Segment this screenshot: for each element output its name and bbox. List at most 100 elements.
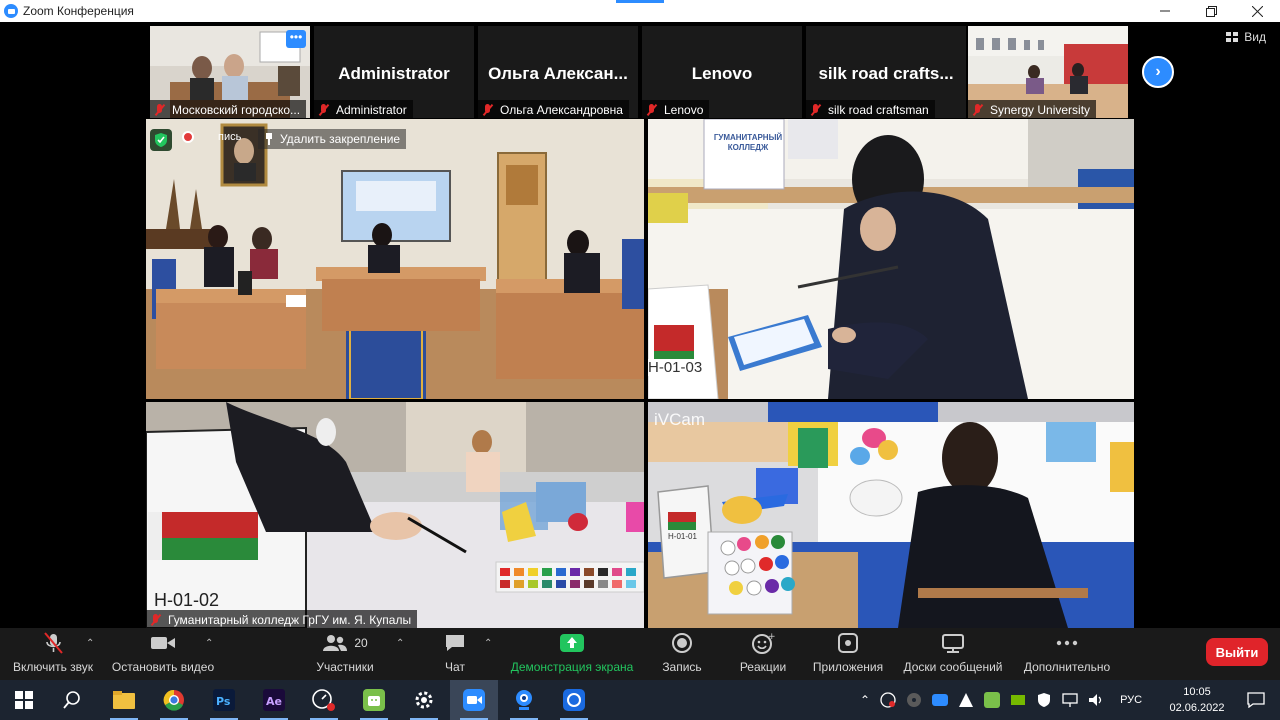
restore-button[interactable] (1188, 0, 1234, 22)
video-tile-ivcam[interactable]: iVCam Н-01-01 (648, 402, 1134, 628)
taskbar-zoom-meetings[interactable] (550, 680, 598, 720)
notification-icon (1247, 692, 1265, 708)
reactions-label: Реакции (739, 660, 787, 674)
participant-label: Ольга Александровна (500, 103, 623, 117)
taskbar-screen-recorder[interactable] (300, 680, 348, 720)
more-dots-icon (1056, 640, 1078, 646)
participant-tile-olga[interactable]: Ольга Алексан... Ольга Александровна (478, 26, 638, 118)
close-button[interactable] (1234, 0, 1280, 22)
participant-tile-administrator[interactable]: Administrator Administrator (314, 26, 474, 118)
mic-muted-icon (972, 104, 984, 116)
participant-code: Н-01-01 (668, 532, 697, 541)
video-tile-classroom[interactable]: пись Удалить закрепление (146, 119, 644, 399)
share-screen-icon (560, 634, 584, 652)
unmute-label: Включить звук (12, 660, 94, 674)
participant-tile-synergy[interactable]: Synergy University (968, 26, 1128, 118)
zoom-app-icon (4, 4, 18, 18)
taskbar-file-explorer[interactable] (100, 680, 148, 720)
tray-network-icon[interactable] (1062, 692, 1078, 708)
tray-volume-icon[interactable] (1088, 692, 1104, 708)
pin-icon (266, 133, 272, 145)
mic-muted-icon (646, 104, 658, 116)
reactions-button[interactable]: + Реакции (732, 628, 794, 680)
participants-button[interactable]: 20 Участники (310, 628, 380, 680)
taskbar-search-button[interactable] (48, 680, 96, 720)
participants-label: Участники (316, 660, 374, 674)
chrome-icon (163, 689, 184, 711)
video-craft-scene (648, 402, 1134, 628)
video-tile-painting-student[interactable]: Н-01-02 Гуманитарный колледж ГрГУ им. Я.… (146, 402, 644, 628)
share-screen-label: Демонстрация экрана (510, 660, 634, 674)
chat-button[interactable]: Чат (432, 628, 478, 680)
apps-label: Приложения (812, 660, 884, 674)
chat-icon (446, 635, 464, 651)
taskbar-webcam[interactable] (500, 680, 548, 720)
taskbar-photoshop[interactable]: Ps (200, 680, 248, 720)
tile-options-button[interactable]: ••• (286, 30, 306, 48)
tray-android-icon[interactable] (984, 692, 1001, 708)
mic-muted-icon (154, 104, 166, 116)
share-screen-button[interactable]: Демонстрация экрана (504, 628, 640, 680)
whiteboards-button[interactable]: Доски сообщений (900, 628, 1006, 680)
participant-label: Гуманитарный колледж ГрГУ им. Я. Купалы (168, 613, 412, 627)
participant-label: Synergy University (990, 103, 1091, 117)
taskbar-android-emulator[interactable] (350, 680, 398, 720)
folder-icon (113, 691, 135, 709)
minimize-button[interactable] (1142, 0, 1188, 22)
restore-icon (1205, 5, 1217, 17)
stop-video-label: Остановить видео (111, 660, 215, 674)
video-tile-drawing-student[interactable]: ГУМАНИТАРНЫЙ КОЛЛЕДЖ Н-01-03 (648, 119, 1134, 399)
taskbar-clock[interactable]: 10:05 02.06.2022 (1162, 684, 1232, 716)
svg-text:Ae: Ae (266, 695, 282, 708)
video-options-caret[interactable]: ⌃ (205, 638, 213, 649)
participant-tile-moscow[interactable]: ••• Московский городско... (150, 26, 310, 118)
reactions-icon: + (752, 632, 775, 654)
whiteboard-icon (942, 634, 964, 653)
android-emulator-icon (363, 689, 385, 711)
apps-button[interactable]: Приложения (808, 628, 888, 680)
start-button[interactable] (0, 680, 48, 720)
participant-code: Н-01-02 (154, 590, 220, 610)
audio-options-caret[interactable]: ⌃ (86, 638, 94, 649)
chat-options-caret[interactable]: ⌃ (484, 638, 492, 649)
mic-muted-icon (150, 614, 162, 626)
minimize-icon (1160, 10, 1170, 12)
participant-name: Ольга Алексан... (488, 64, 628, 83)
next-page-button[interactable]: › (1142, 56, 1174, 88)
tray-nvidia-icon[interactable] (1010, 692, 1026, 708)
zoom-meetings-icon (563, 689, 585, 711)
view-button[interactable]: Вид (1226, 30, 1266, 44)
unpin-button[interactable]: Удалить закрепление (258, 129, 407, 149)
more-button[interactable]: Дополнительно (1018, 628, 1116, 680)
taskbar-settings[interactable] (400, 680, 448, 720)
participants-options-caret[interactable]: ⌃ (396, 638, 404, 649)
taskbar-chrome[interactable] (150, 680, 198, 720)
mic-muted-icon (810, 104, 822, 116)
taskbar-zoom[interactable] (450, 680, 498, 720)
participant-label: Administrator (336, 103, 407, 117)
leave-meeting-button[interactable]: Выйти (1206, 638, 1268, 666)
participant-tile-silk-road[interactable]: silk road crafts... silk road craftsman (806, 26, 966, 118)
tray-disc-icon[interactable] (906, 692, 922, 708)
record-button[interactable]: Запись (656, 628, 708, 680)
grid-view-icon (1226, 32, 1239, 42)
participant-label: Lenovo (664, 103, 704, 117)
record-dot-icon (182, 131, 194, 143)
unmute-button[interactable]: Включить звук (8, 628, 98, 680)
stop-video-button[interactable]: Остановить видео (106, 628, 220, 680)
tray-alert-icon[interactable] (958, 692, 974, 708)
title-accent (616, 0, 664, 3)
tray-shield-icon[interactable] (1036, 692, 1052, 708)
participant-label: Московский городско... (172, 103, 301, 117)
taskbar-after-effects[interactable]: Ae (250, 680, 298, 720)
more-label: Дополнительно (1023, 660, 1111, 674)
participant-tile-lenovo[interactable]: Lenovo Lenovo (642, 26, 802, 118)
photoshop-icon: Ps (213, 689, 235, 711)
tray-recorder-icon[interactable] (880, 692, 896, 708)
tray-overflow-chevron-icon[interactable]: ⌃ (860, 693, 870, 707)
tray-zoom-icon[interactable] (932, 692, 949, 708)
input-language[interactable]: РУС (1120, 694, 1142, 706)
encryption-shield-button[interactable] (150, 129, 172, 151)
ivcam-watermark: iVCam (654, 410, 706, 429)
notifications-button[interactable] (1232, 680, 1280, 720)
